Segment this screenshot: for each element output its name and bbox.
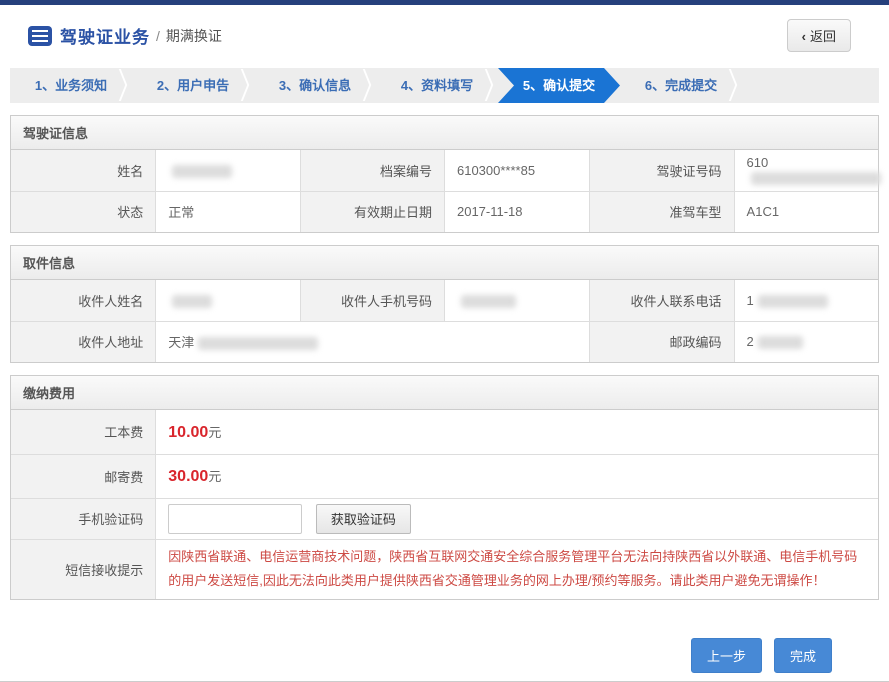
table-row: 状态 正常 有效期止日期 2017-11-18 准驾车型 A1C1 — [11, 191, 878, 232]
post-fee-amount: 30.00 — [168, 468, 208, 485]
zip-code-label: 邮政编码 — [589, 321, 734, 362]
sms-code-cell: 获取验证码 — [156, 498, 878, 539]
table-row: 短信接收提示 因陕西省联通、电信运营商技术问题，陕西省互联网交通安全综合服务管理… — [11, 539, 878, 599]
name-value — [156, 150, 301, 191]
zip-prefix: 2 — [747, 334, 754, 349]
step-3-confirm-info[interactable]: 3、确认信息 — [254, 68, 376, 103]
fees-table: 工本费 10.00元 邮寄费 30.00元 手机验证码 获取验证码 短信接收提示… — [11, 410, 878, 599]
vehicle-class-label: 准驾车型 — [589, 191, 734, 232]
breadcrumb-current: 期满换证 — [166, 26, 222, 46]
recipient-mobile-value — [444, 280, 589, 321]
table-row: 收件人地址 天津 邮政编码 2 — [11, 321, 878, 362]
expiry-value: 2017-11-18 — [444, 191, 589, 232]
license-no-label: 驾驶证号码 — [589, 150, 734, 191]
pickup-info-table: 收件人姓名 收件人手机号码 收件人联系电话 1 收件人地址 天津 邮政编码 2 — [11, 280, 878, 362]
table-row: 手机验证码 获取验证码 — [11, 498, 878, 539]
recipient-name-value — [156, 280, 301, 321]
recipient-mobile-label: 收件人手机号码 — [301, 280, 445, 321]
get-sms-code-button[interactable]: 获取验证码 — [316, 504, 411, 534]
recipient-phone-value: 1 — [734, 280, 878, 321]
recipient-phone-label: 收件人联系电话 — [589, 280, 734, 321]
previous-step-button[interactable]: 上一步 — [691, 638, 762, 673]
bottom-actions: 上一步 完成 — [0, 600, 889, 673]
table-row: 姓名 档案编号 610300****85 驾驶证号码 610 — [11, 150, 878, 191]
pickup-info-section: 取件信息 收件人姓名 收件人手机号码 收件人联系电话 1 收件人地址 天津 邮政… — [10, 245, 879, 363]
redacted-value — [461, 295, 516, 308]
post-fee-value: 30.00元 — [156, 454, 878, 498]
fee-unit: 元 — [208, 425, 221, 440]
step-5-confirm-submit-active[interactable]: 5、确认提交 — [498, 68, 620, 103]
list-icon — [28, 26, 52, 46]
expiry-label: 有效期止日期 — [301, 191, 445, 232]
table-row: 邮寄费 30.00元 — [11, 454, 878, 498]
file-no-value: 610300****85 — [444, 150, 589, 191]
redacted-value — [758, 295, 828, 308]
recipient-name-label: 收件人姓名 — [11, 280, 156, 321]
phone-prefix: 1 — [747, 293, 754, 308]
license-no-value: 610 — [734, 150, 878, 191]
work-fee-amount: 10.00 — [168, 424, 208, 441]
breadcrumb-separator: / — [156, 28, 160, 44]
license-info-section-title: 驾驶证信息 — [11, 116, 878, 150]
back-button[interactable]: ‹ 返回 — [787, 19, 851, 52]
step-6-complete-submit[interactable]: 6、完成提交 — [620, 68, 742, 103]
step-wizard: 1、业务须知 2、用户申告 3、确认信息 4、资料填写 5、确认提交 6、完成提… — [10, 68, 879, 103]
table-row: 收件人姓名 收件人手机号码 收件人联系电话 1 — [11, 280, 878, 321]
work-fee-value: 10.00元 — [156, 410, 878, 454]
license-info-table: 姓名 档案编号 610300****85 驾驶证号码 610 状态 正常 有效期… — [11, 150, 878, 232]
finish-button[interactable]: 完成 — [774, 638, 832, 673]
redacted-value — [751, 172, 881, 185]
sms-code-label: 手机验证码 — [11, 498, 156, 539]
step-1-business-notice[interactable]: 1、业务须知 — [10, 68, 132, 103]
fees-section-title: 缴纳费用 — [11, 376, 878, 410]
step-2-user-declaration[interactable]: 2、用户申告 — [132, 68, 254, 103]
status-label: 状态 — [11, 191, 156, 232]
redacted-value — [172, 165, 232, 178]
sms-code-input[interactable] — [168, 504, 302, 534]
redacted-value — [198, 337, 318, 350]
step-bar-filler — [742, 68, 879, 103]
license-info-section: 驾驶证信息 姓名 档案编号 610300****85 驾驶证号码 610 状态 … — [10, 115, 879, 233]
back-button-label: 返回 — [810, 29, 836, 44]
license-no-prefix: 610 — [747, 155, 769, 170]
vehicle-class-value: A1C1 — [734, 191, 878, 232]
recipient-address-label: 收件人地址 — [11, 321, 156, 362]
header: 驾驶证业务 / 期满换证 ‹ 返回 — [0, 5, 889, 64]
work-fee-label: 工本费 — [11, 410, 156, 454]
back-chevron-icon: ‹ — [802, 29, 806, 44]
step-4-fill-data[interactable]: 4、资料填写 — [376, 68, 498, 103]
sms-notice-label: 短信接收提示 — [11, 539, 156, 599]
redacted-value — [172, 295, 212, 308]
post-fee-label: 邮寄费 — [11, 454, 156, 498]
page-title: 驾驶证业务 — [60, 23, 150, 48]
name-label: 姓名 — [11, 150, 156, 191]
page-container: 驾驶证业务 / 期满换证 ‹ 返回 1、业务须知 2、用户申告 3、确认信息 4、… — [0, 5, 889, 682]
recipient-address-value: 天津 — [156, 321, 589, 362]
table-row: 工本费 10.00元 — [11, 410, 878, 454]
zip-code-value: 2 — [734, 321, 878, 362]
file-no-label: 档案编号 — [301, 150, 445, 191]
sms-notice-text: 因陕西省联通、电信运营商技术问题，陕西省互联网交通安全综合服务管理平台无法向持陕… — [156, 539, 878, 599]
status-value: 正常 — [156, 191, 301, 232]
fees-section: 缴纳费用 工本费 10.00元 邮寄费 30.00元 手机验证码 获取验证码 短… — [10, 375, 879, 600]
redacted-value — [758, 336, 803, 349]
fee-unit: 元 — [208, 469, 221, 484]
pickup-info-section-title: 取件信息 — [11, 246, 878, 280]
address-prefix: 天津 — [168, 335, 194, 350]
